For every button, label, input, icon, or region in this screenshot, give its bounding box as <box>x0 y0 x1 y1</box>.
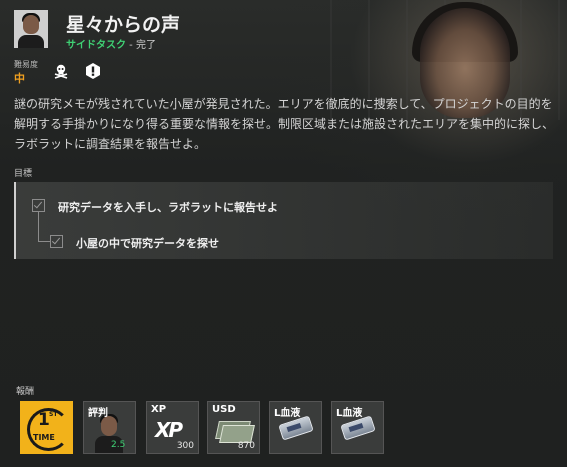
objective-checkbox-2 <box>50 235 63 248</box>
objective-text-2: 小屋の中で研究データを探せ <box>76 237 219 250</box>
reward-first-time[interactable]: 1 ST TIME <box>20 401 73 454</box>
exclamation-icon <box>84 62 102 80</box>
first-time-word: TIME <box>33 433 55 442</box>
difficulty-value: 中 <box>14 72 25 85</box>
quest-description: 謎の研究メモが残されていた小屋が発見された。エリアを徹底的に捜索して、プロジェク… <box>14 97 555 151</box>
rewards-label: 報酬 <box>16 387 35 397</box>
reward-reputation-label: 評判 <box>88 408 108 419</box>
quest-type: サイドタスク <box>66 40 126 51</box>
reward-xp[interactable]: XP XP 300 <box>146 401 199 454</box>
xp-icon: XP <box>155 418 183 442</box>
quest-title: 星々からの声 <box>66 14 181 36</box>
reward-blood-1[interactable]: L血液 <box>269 401 322 454</box>
reward-usd-qty: 870 <box>237 441 255 451</box>
objectives-panel: 研究データを入手し、ラボラットに報告せよ 小屋の中で研究データを探せ <box>14 182 553 259</box>
objective-text-1: 研究データを入手し、ラボラットに報告せよ <box>58 201 278 214</box>
reward-reputation-qty: 2.5 <box>111 440 126 450</box>
reward-blood-1-label: L血液 <box>274 408 301 419</box>
reward-usd-label: USD <box>212 404 236 415</box>
objectives-label: 目標 <box>14 169 33 179</box>
quest-separator: - <box>126 40 136 51</box>
reward-blood-2[interactable]: L血液 <box>331 401 384 454</box>
reward-xp-qty: 300 <box>176 441 194 451</box>
reward-xp-label: XP <box>151 404 167 415</box>
first-time-suffix: ST <box>49 411 58 418</box>
quest-status: 完了 <box>135 40 156 51</box>
quest-giver-portrait <box>14 10 48 48</box>
quest-subtitle: サイドタスク - 完了 <box>66 36 156 51</box>
objective-checkbox-1 <box>32 199 45 212</box>
reward-usd[interactable]: USD 870 <box>207 401 260 454</box>
reward-blood-2-label: L血液 <box>336 408 363 419</box>
skull-crossbones-icon <box>52 62 70 80</box>
difficulty-label: 難易度 <box>14 60 38 69</box>
reward-reputation[interactable]: 評判 2.5 <box>83 401 136 454</box>
